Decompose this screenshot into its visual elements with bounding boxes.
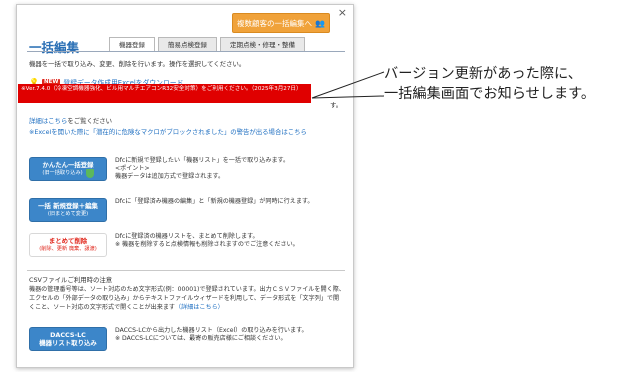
csv-notice-title: CSVファイルご利用時の注意 bbox=[29, 276, 113, 284]
button-line1: かんたん一括登録 bbox=[42, 160, 94, 169]
tab-divider bbox=[27, 51, 345, 52]
button-line2: (削除、更新 廃棄、譲渡) bbox=[39, 246, 97, 252]
action-description: Dfcに「登録済み機器の編集」と「新規の機器登録」が同時に行えます。 bbox=[115, 198, 314, 205]
button-line1: DACCS-LC bbox=[50, 331, 86, 339]
csv-notice-text: 機器の管理番号等は、ソート対応のため文字形式(例：00001)で登録されています… bbox=[29, 285, 345, 312]
action-simple-bulk-registration: かんたん一括登録 (旧一括取り込み) Dfcに新規で登録したい「機器リスト」を一… bbox=[29, 157, 345, 181]
section-divider bbox=[27, 270, 345, 271]
action-description: Dfcに登録済の機器リストを、まとめて削除します。 ※ 機器を削除すると点検情報… bbox=[115, 233, 299, 248]
bulk-register-edit-button[interactable]: 一括 新規登録＋編集 (旧まとめて変更) bbox=[29, 198, 107, 222]
tab-periodic-inspection[interactable]: 定期点検・修理・整備 bbox=[220, 37, 305, 52]
callout-line-upper bbox=[311, 71, 385, 99]
button-line2: (旧一括取り込み) bbox=[42, 170, 83, 176]
annotation-line1: バージョン更新があった際に、 bbox=[384, 66, 582, 82]
button-line1: 一括 新規登録＋編集 bbox=[38, 202, 98, 210]
tab-simple-inspection[interactable]: 簡易点検登録 bbox=[158, 37, 217, 52]
macro-warning-link[interactable]: ※Excelを開いた際に「潜在的に危険なマクロがブロックされました」の警告が出る… bbox=[29, 128, 347, 137]
action-description: Dfcに新規で登録したい「機器リスト」を一括で取り込みます。 <ポイント> 機器… bbox=[115, 157, 290, 180]
detail-row: 詳細はこちらをご覧ください bbox=[29, 116, 112, 125]
action-daccs-import: DACCS-LC 機器リスト取り込み DACCS-LCから出力した機器リスト（E… bbox=[29, 327, 345, 351]
annotation-line2: 一括編集画面でお知らせします。 bbox=[384, 86, 596, 102]
callout-line bbox=[311, 71, 385, 99]
page-title: 一括編集 bbox=[29, 40, 80, 55]
people-icon: 👥 bbox=[315, 18, 325, 28]
button-line1: まとめて削除 bbox=[48, 237, 88, 245]
beginner-mark-icon bbox=[85, 168, 94, 178]
annotation-text: バージョン更新があった際に、 一括編集画面でお知らせします。 bbox=[384, 64, 595, 104]
detail-tail-text: をご覧ください bbox=[67, 117, 113, 125]
csv-detail-link[interactable]: （詳細はこちら） bbox=[175, 304, 224, 311]
multi-customer-bulk-edit-button[interactable]: 複数顧客の一括編集へ 👥 bbox=[232, 13, 330, 33]
instruction-text: 機器を一括で取り込み、変更、削除を行います。操作を選択してください。 bbox=[29, 60, 246, 68]
callout-line-lower bbox=[311, 95, 385, 99]
version-update-banner: ※Ver.7.4.0（冷凍空調機器強化、ビル用マルチエアコンR32安全対策）をご… bbox=[18, 84, 311, 103]
button-line2: 機器リスト取り込み bbox=[39, 339, 97, 347]
detail-link[interactable]: 詳細はこちら bbox=[29, 117, 67, 125]
close-icon[interactable]: × bbox=[338, 6, 347, 19]
action-description: DACCS-LCから出力した機器リスト（Excel）の取り込みを行います。 ※ … bbox=[115, 327, 308, 342]
tab-bar: 機器登録 簡易点検登録 定期点検・修理・整備 bbox=[109, 37, 305, 52]
simple-bulk-registration-button[interactable]: かんたん一括登録 (旧一括取り込み) bbox=[29, 157, 107, 181]
action-bulk-register-edit: 一括 新規登録＋編集 (旧まとめて変更) Dfcに「登録済み機器の編集」と「新規… bbox=[29, 198, 345, 222]
bulk-delete-button[interactable]: まとめて削除 (削除、更新 廃棄、譲渡) bbox=[29, 233, 107, 257]
button-line2: (旧まとめて変更) bbox=[47, 211, 89, 217]
bulk-button-label: 複数顧客の一括編集へ bbox=[237, 18, 313, 28]
daccs-import-button[interactable]: DACCS-LC 機器リスト取り込み bbox=[29, 327, 107, 351]
action-bulk-delete: まとめて削除 (削除、更新 廃棄、譲渡) Dfcに登録済の機器リストを、まとめて… bbox=[29, 233, 345, 257]
tab-equipment-registration[interactable]: 機器登録 bbox=[109, 37, 155, 52]
